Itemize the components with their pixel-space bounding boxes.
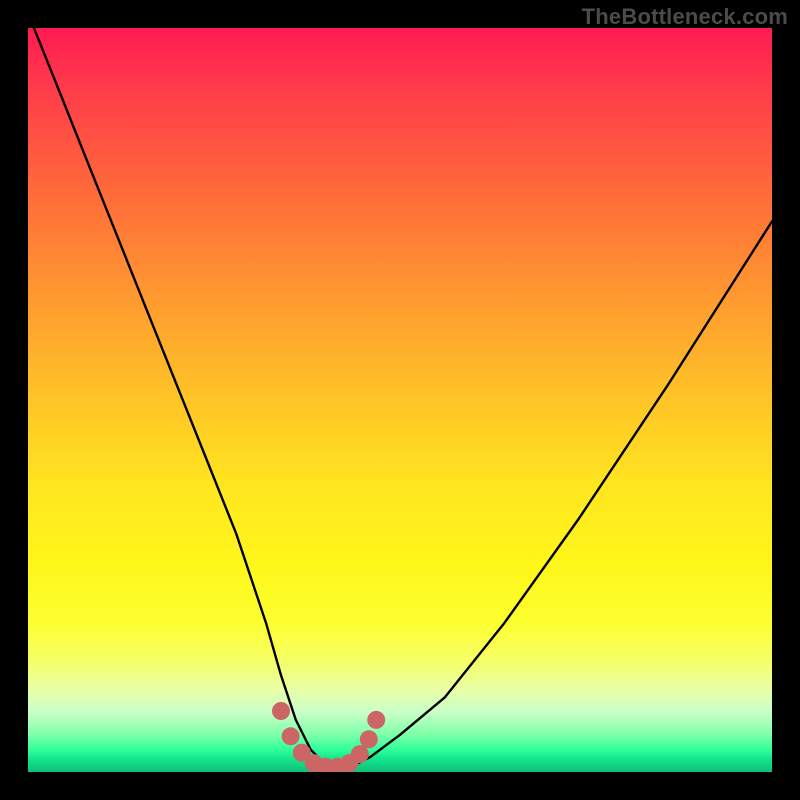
valley-dots [272,702,385,772]
chart-svg [28,28,772,772]
watermark-text: TheBottleneck.com [582,4,788,30]
valley-dot [282,727,300,745]
plot-area [28,28,772,772]
bottleneck-curve [28,28,772,765]
curve-path [28,28,772,765]
valley-dot [360,730,378,748]
chart-frame: TheBottleneck.com [0,0,800,800]
valley-dot [272,702,290,720]
valley-dot [367,711,385,729]
